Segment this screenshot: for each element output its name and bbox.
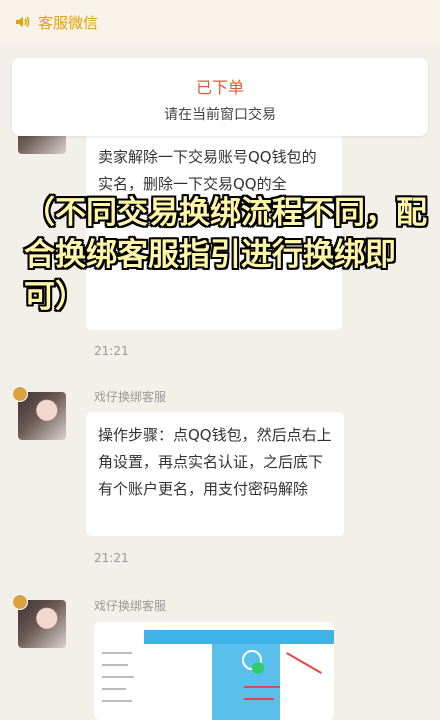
message-bubble: 操作步骤：点QQ钱包，然后点右上角设置，再点实名认证，之后底下有个账户更名，用支… bbox=[86, 412, 344, 536]
order-status-card[interactable]: 已下单 请在当前窗口交易 bbox=[12, 58, 428, 136]
thumbnail-line bbox=[102, 652, 132, 654]
thumbnail-line bbox=[102, 676, 134, 678]
order-status: 已下单 bbox=[195, 78, 244, 97]
announcement-bar[interactable]: 客服微信 bbox=[0, 0, 440, 44]
message-time: 21:21 bbox=[94, 344, 129, 358]
thumbnail-line bbox=[102, 700, 132, 702]
order-hint: 请在当前窗口交易 bbox=[164, 107, 276, 123]
thumbnail-red-line bbox=[244, 698, 274, 700]
speaker-icon bbox=[16, 16, 30, 28]
thumbnail-line bbox=[102, 664, 128, 666]
image-message-thumbnail[interactable] bbox=[94, 622, 334, 720]
announcement-title: 客服微信 bbox=[38, 13, 99, 32]
thumbnail-line bbox=[102, 688, 126, 690]
caption-overlay: （不同交易换绑流程不同，配合换绑客服指引进行换绑即可） bbox=[24, 195, 427, 315]
avatar-badge bbox=[12, 386, 28, 402]
sender-name: 戏仔换绑客服 bbox=[94, 599, 167, 613]
message-time: 21:21 bbox=[94, 551, 129, 565]
thumbnail-red-line bbox=[244, 686, 280, 688]
thumbnail-red-line bbox=[286, 652, 322, 674]
avatar[interactable] bbox=[12, 594, 66, 648]
message-text: 操作步骤：点QQ钱包，然后点右上角设置，再点实名认证，之后底下有个账户更名，用支… bbox=[98, 426, 332, 498]
thumbnail-green-dot bbox=[252, 662, 264, 674]
message-text: 卖家解除一下交易账号QQ钱包的实名，删除一下交易QQ的全 bbox=[98, 148, 317, 193]
avatar-badge bbox=[12, 594, 28, 610]
avatar[interactable] bbox=[12, 386, 66, 440]
sender-name: 戏仔换绑客服 bbox=[94, 390, 167, 404]
thumbnail-header bbox=[144, 630, 334, 644]
